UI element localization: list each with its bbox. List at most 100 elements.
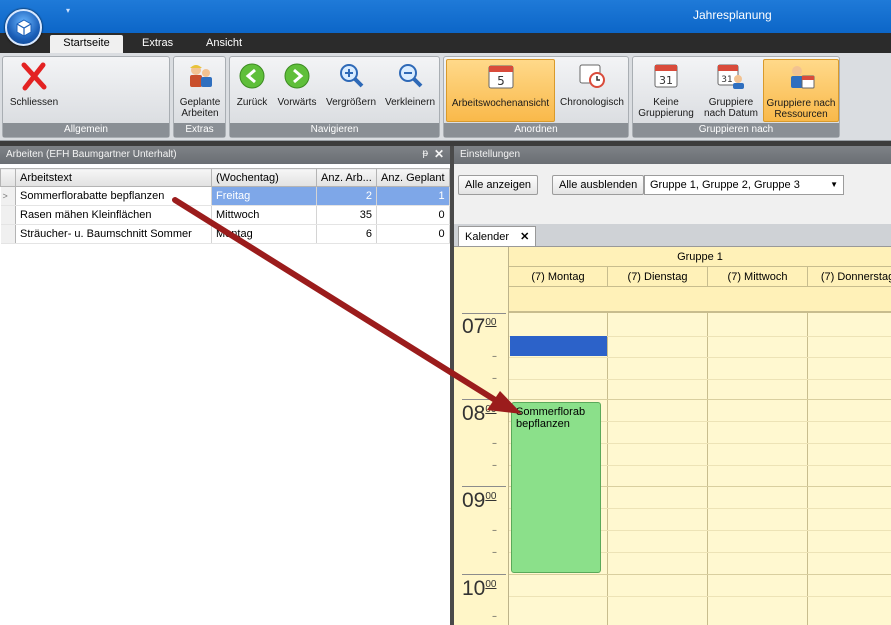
column-header-anz-arb[interactable]: Anz. Arb... <box>316 168 377 187</box>
cell-anz-geplant[interactable]: 1 <box>376 186 450 206</box>
day-column[interactable] <box>708 313 808 625</box>
geplante-arbeiten-button[interactable]: Geplante Arbeiten <box>176 61 224 119</box>
arbeiten-panel-header: Arbeiten (EFH Baumgartner Unterhalt) ᵽ ✕ <box>0 146 450 164</box>
all-day-row[interactable] <box>509 287 891 313</box>
grid-line <box>509 357 891 358</box>
geplante-label-1: Geplante <box>179 97 221 108</box>
cell-wochentag[interactable]: Montag <box>211 224 317 244</box>
tab-startseite[interactable]: Startseite <box>50 35 123 53</box>
ressourcen-label-1: Gruppiere nach <box>766 98 836 109</box>
column-header-anz-geplant[interactable]: Anz. Geplant <box>376 168 450 187</box>
vorwaerts-button[interactable]: Vorwärts <box>274 61 320 108</box>
kalender-view[interactable]: Gruppe 1 (7) Montag (7) Dienstag (7) Mit… <box>454 246 891 625</box>
cell-arbeitstext[interactable]: Rasen mähen Kleinflächen <box>15 205 212 225</box>
group-gruppieren: 31 Keine Gruppierung 31 Gruppiere nach D… <box>632 56 840 138</box>
column-header-wochentag[interactable]: (Wochentag) <box>211 168 317 187</box>
datum-label-2: nach Datum <box>704 108 758 119</box>
hour-tick <box>462 574 506 575</box>
schliessen-button[interactable]: Schliessen <box>7 61 61 108</box>
day-header-donnerstag[interactable]: (7) Donnerstag <box>808 267 891 287</box>
group-navigieren: Zurück Vorwärts Vergrößern Verkleinern N… <box>229 56 440 138</box>
cell-anz-geplant[interactable]: 0 <box>376 205 450 225</box>
appointment[interactable]: Sommerflorab bepflanzen <box>511 402 601 573</box>
day-header-montag[interactable]: (7) Montag <box>509 267 608 287</box>
calendar-31-icon: 31 <box>654 64 678 88</box>
vergroessern-button[interactable]: Vergrößern <box>322 61 380 108</box>
group-header: Gruppe 1 <box>509 247 891 267</box>
group-label-anordnen: Anordnen <box>444 123 628 137</box>
cell-arbeitstext[interactable]: Sträucher- u. Baumschnitt Sommer <box>15 224 212 244</box>
gruppiere-nach-ressourcen-button[interactable]: Gruppiere nach Ressourcen <box>763 59 839 122</box>
minute-07: 00 <box>485 317 497 328</box>
einstellungen-header: Einstellungen <box>454 146 891 164</box>
hour-08: 08 <box>462 402 486 425</box>
table-row[interactable]: > Sommerflorabatte bepflanzen Freitag 2 … <box>0 186 450 206</box>
keine-label-2: Gruppierung <box>638 108 694 119</box>
day-header-dienstag[interactable]: (7) Dienstag <box>608 267 708 287</box>
hour-label-09: 0900 <box>462 489 496 513</box>
arbeitswochenansicht-button[interactable]: 5 Arbeitswochenansicht <box>446 59 555 122</box>
calendar-week-icon: 5 <box>488 65 513 89</box>
calendar-31b-text: 31 <box>721 75 732 85</box>
grid-line <box>509 379 891 380</box>
tab-extras[interactable]: Extras <box>132 35 183 53</box>
alle-anzeigen-button[interactable]: Alle anzeigen <box>458 175 539 195</box>
pin-icon[interactable]: ᵽ <box>422 148 428 159</box>
window-title: Jahresplanung <box>693 8 772 22</box>
table-header-row: Arbeitstext (Wochentag) Anz. Arb... Anz.… <box>0 168 450 187</box>
day-header-mittwoch[interactable]: (7) Mittwoch <box>708 267 808 287</box>
datum-label-1: Gruppiere <box>708 97 754 108</box>
cell-anz-arb[interactable]: 2 <box>316 186 377 206</box>
group-allgemein: Schliessen Allgemein <box>2 56 170 138</box>
close-icon[interactable]: ✕ <box>520 231 529 243</box>
workers-icon <box>190 65 212 87</box>
minute-08: 00 <box>485 404 497 415</box>
grid-line <box>509 574 891 575</box>
title-bar: ▾ Jahresplanung <box>0 0 891 33</box>
selected-time-slot[interactable] <box>510 336 607 356</box>
alle-ausblenden-button[interactable]: Alle ausblenden <box>552 175 645 195</box>
hour-10: 10 <box>462 577 486 600</box>
cell-arbeitstext[interactable]: Sommerflorabatte bepflanzen <box>15 186 212 206</box>
hour-label-07: 0700 <box>462 315 496 339</box>
cell-anz-arb[interactable]: 35 <box>316 205 377 225</box>
cell-wochentag[interactable]: Mittwoch <box>211 205 317 225</box>
grid-line <box>509 596 891 597</box>
calendar-31a-text: 31 <box>659 74 673 87</box>
column-header-arbeitstext[interactable]: Arbeitstext <box>15 168 212 187</box>
tab-ansicht[interactable]: Ansicht <box>196 35 252 53</box>
tab-kalender[interactable]: Kalender ✕ <box>458 226 537 246</box>
panel-close-icon[interactable]: ✕ <box>434 147 444 161</box>
row-indicator <box>0 224 16 244</box>
ressourcen-label-2: Ressourcen <box>774 109 828 120</box>
day-column[interactable] <box>608 313 708 625</box>
cell-wochentag[interactable]: Freitag <box>211 186 317 206</box>
half-hour-dash: – <box>492 351 497 362</box>
group-label-extras: Extras <box>174 123 225 137</box>
chronologisch-button[interactable]: Chronologisch <box>557 61 627 108</box>
row-indicator-header <box>0 168 16 187</box>
zurueck-label: Zurück <box>236 97 268 108</box>
ribbon: Schliessen Allgemein Geplante Arbeiten E… <box>0 53 891 141</box>
group-label-allgemein: Allgemein <box>3 123 169 137</box>
cell-anz-arb[interactable]: 6 <box>316 224 377 244</box>
keine-gruppierung-button[interactable]: 31 Keine Gruppierung <box>635 61 697 119</box>
arbeitswoche-label: Arbeitswochenansicht <box>451 98 550 109</box>
gruppiere-nach-datum-button[interactable]: 31 Gruppiere nach Datum <box>699 61 763 119</box>
kalender-tab-label: Kalender <box>465 231 510 243</box>
table-row[interactable]: Rasen mähen Kleinflächen Mittwoch 35 0 <box>0 205 450 225</box>
gruppen-select[interactable]: Gruppe 1, Gruppe 2, Gruppe 3 ▼ <box>644 175 844 195</box>
ribbon-tabs: Startseite Extras Ansicht <box>0 33 891 53</box>
verkleinern-button[interactable]: Verkleinern <box>381 61 439 108</box>
cell-anz-geplant[interactable]: 0 <box>376 224 450 244</box>
arrow-right-icon <box>284 63 310 89</box>
minute-09: 00 <box>485 491 497 502</box>
quick-access-dropdown-icon[interactable]: ▾ <box>66 6 70 15</box>
table-row[interactable]: Sträucher- u. Baumschnitt Sommer Montag … <box>0 224 450 244</box>
application-menu-button[interactable] <box>5 9 42 46</box>
zurueck-button[interactable]: Zurück <box>232 61 272 108</box>
half-hour-dash: – <box>492 373 497 384</box>
geplante-label-2: Arbeiten <box>181 108 219 119</box>
group-label-navigieren: Navigieren <box>230 123 439 137</box>
arbeiten-panel: Arbeiten (EFH Baumgartner Unterhalt) ᵽ ✕… <box>0 146 450 625</box>
